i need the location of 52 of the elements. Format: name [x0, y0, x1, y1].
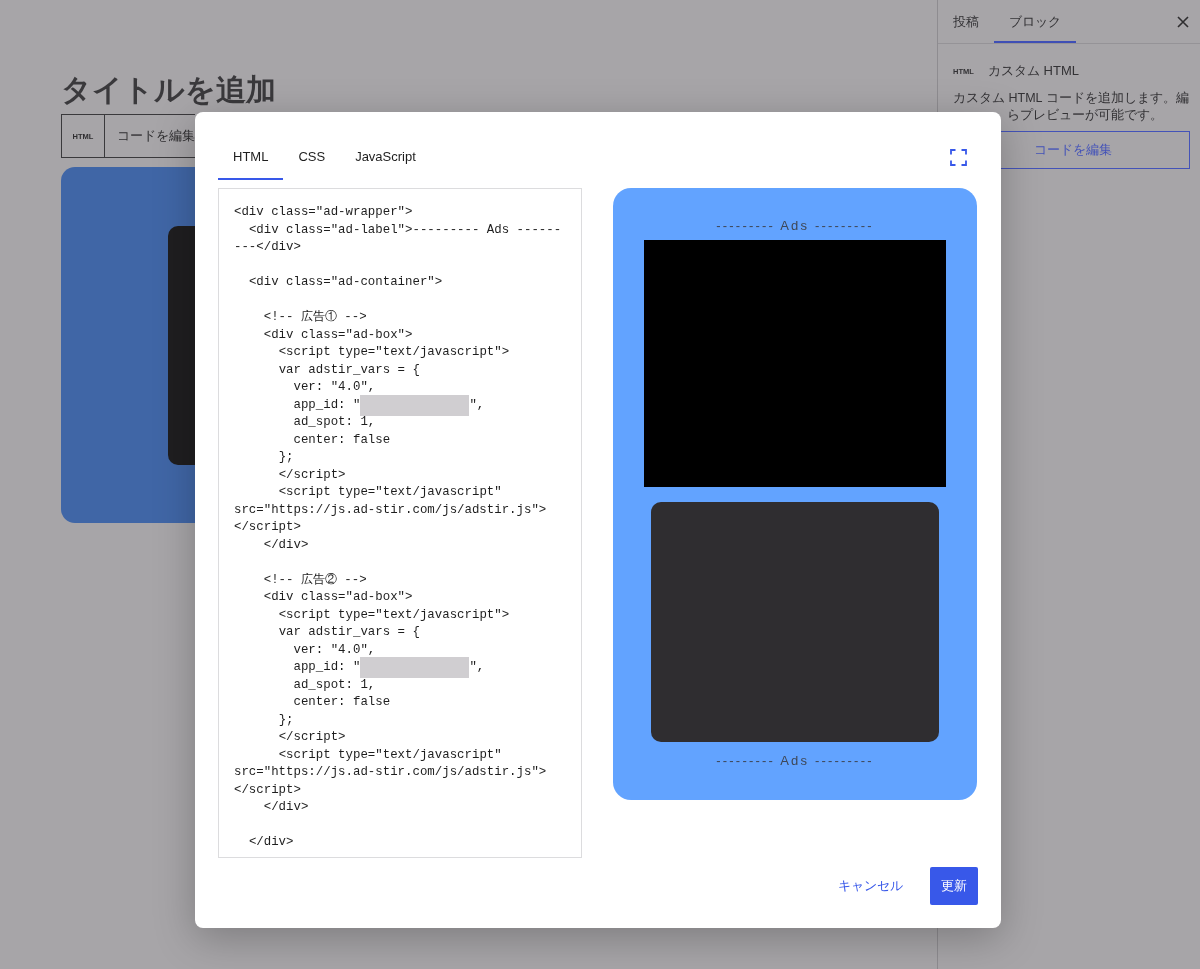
- sidebar-tab[interactable]: 投稿: [938, 0, 994, 43]
- code-line: <script type="text/javascript">: [278, 344, 510, 361]
- code-editor[interactable]: [218, 188, 582, 858]
- code-line: <!-- 広告② -->: [263, 571, 367, 589]
- code-line: <script type="text/javascript">: [278, 606, 510, 624]
- code-line: </div>: [263, 536, 309, 554]
- code-line: <!-- 広告① -->: [263, 309, 367, 326]
- code-line: ad_spot: 1,: [293, 414, 376, 431]
- edit-code-button[interactable]: コードを編集: [105, 115, 195, 157]
- code-line: ",: [469, 396, 485, 414]
- code-line: ver: "4.0",: [293, 379, 376, 396]
- code-line: <script type="text/javascript": [278, 746, 502, 764]
- update-button[interactable]: 更新: [930, 867, 978, 905]
- code-line: </div>: [248, 834, 294, 851]
- code-line: ---</div>: [234, 239, 301, 256]
- code-line: app_id: ": [293, 659, 361, 676]
- code-line: ad_spot: 1,: [293, 676, 376, 694]
- code-line: <div class="ad-wrapper">: [234, 204, 413, 221]
- code-line: ver: "4.0",: [293, 641, 376, 659]
- ads-label: --------- Ads ---------: [716, 218, 874, 234]
- editor-tab[interactable]: CSS: [283, 135, 341, 180]
- editor-tab[interactable]: JavaScript: [340, 135, 431, 180]
- code-line: </script>: [278, 729, 346, 746]
- code-line: var adstir_vars = {: [278, 361, 420, 379]
- code-line: </script>: [234, 519, 301, 536]
- code-line: </script>: [278, 466, 346, 484]
- fullscreen-icon[interactable]: [950, 149, 967, 166]
- editor-tab[interactable]: HTML: [218, 135, 284, 180]
- code-line: };: [278, 449, 294, 466]
- code-line: src="https://js.ad-stir.com/js/adstir.js">: [234, 501, 547, 519]
- code-line: <div class="ad-label">--------- Ads ------: [248, 221, 562, 239]
- close-icon[interactable]: [1177, 15, 1189, 28]
- block-description: らプレビューが可能です。: [1007, 107, 1163, 124]
- block-description: カスタム HTML コードを追加します。編: [953, 90, 1189, 107]
- block-name: カスタム HTML: [988, 62, 1079, 80]
- code-line: center: false: [293, 694, 391, 711]
- code-line: app_id: ": [293, 396, 361, 414]
- post-title[interactable]: タイトルを追加: [61, 70, 276, 110]
- code-line: </div>: [263, 799, 309, 816]
- sidebar-tab[interactable]: ブロック: [994, 0, 1076, 43]
- code-line: center: false: [293, 431, 391, 449]
- code-line: <div class="ad-box">: [263, 589, 413, 606]
- code-line: <script type="text/javascript": [278, 484, 502, 501]
- code-line: <div class="ad-container">: [248, 274, 443, 291]
- code-line: </script>: [234, 781, 301, 799]
- code-line: ",: [469, 659, 485, 676]
- code-line: var adstir_vars = {: [278, 624, 420, 641]
- code-line: };: [278, 711, 294, 729]
- cancel-button[interactable]: キャンセル: [826, 867, 915, 905]
- code-line: src="https://js.ad-stir.com/js/adstir.js">: [234, 764, 547, 781]
- code-line: <div class="ad-box">: [263, 326, 413, 344]
- ads-label: --------- Ads ---------: [716, 753, 874, 769]
